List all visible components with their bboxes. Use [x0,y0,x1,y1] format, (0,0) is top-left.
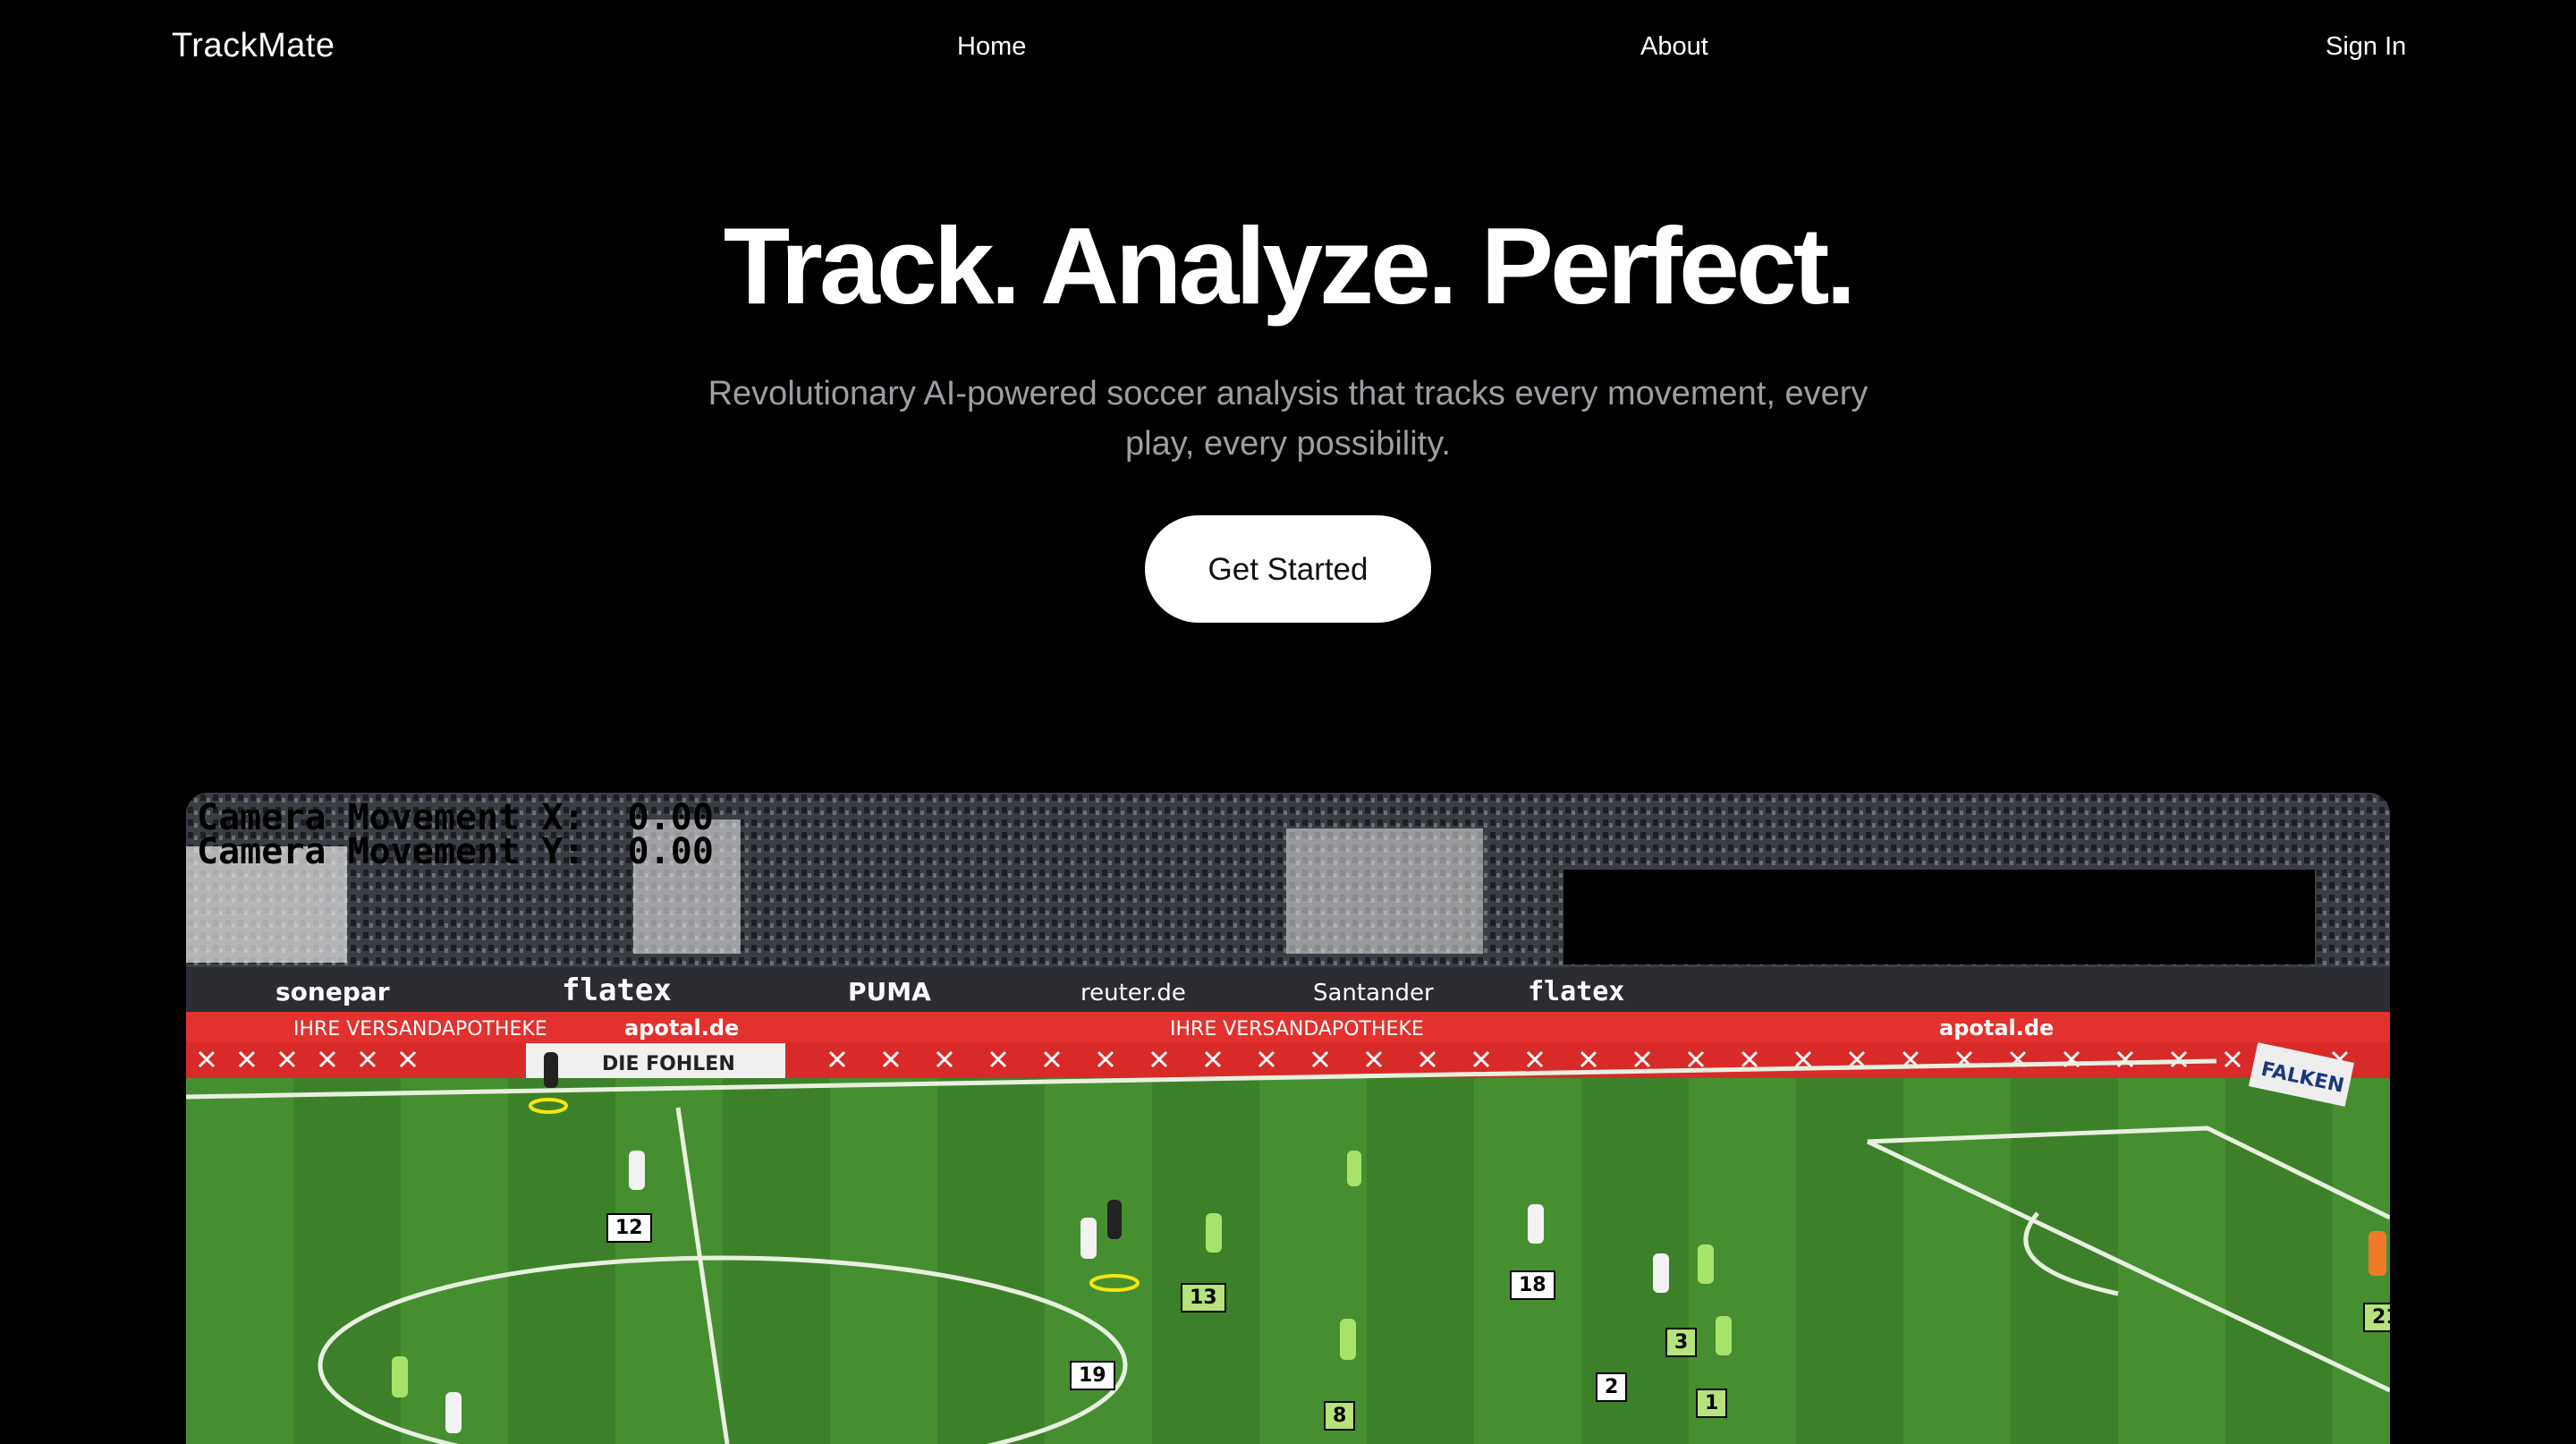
ad-board-top [186,967,2390,1012]
ad-versandapotheke: IHRE VERSANDAPOTHEKE [293,1018,547,1041]
camera-movement-y: Camera Movement Y: 0.00 [197,831,714,872]
ad-puma: PUMA [848,977,931,1007]
ad-flatex-2: flatex [1528,976,1624,1007]
player-tag-19: 19 [1070,1361,1115,1390]
ad-apotal-2: apotal.de [1939,1015,2054,1041]
ad-sonepar: sonepar [275,977,390,1007]
tracking-video-preview[interactable]: sonepar flatex PUMA reuter.de Santander … [186,793,2390,1444]
get-started-button[interactable]: Get Started [1145,515,1431,624]
ad-santander: Santander [1313,980,1434,1007]
hero-headline: Track. Analyze. Perfect. [723,205,1857,327]
player-tag-3: 3 [1665,1328,1698,1357]
ad-versandapotheke-2: IHRE VERSANDAPOTHEKE [1170,1018,1424,1041]
ad-apotal: apotal.de [624,1015,739,1041]
ad-board-crosses [186,1042,2390,1078]
nav-link-home[interactable]: Home [957,32,1026,62]
nav-link-about[interactable]: About [1640,32,1708,62]
player-tag-2: 2 [1596,1372,1628,1402]
hero-subtitle: Revolutionary AI-powered soccer analysis… [708,375,1868,463]
player-tag-1: 1 [1696,1389,1728,1418]
player-tag-18: 18 [1510,1270,1555,1300]
nav-link-sign-in[interactable]: Sign In [2326,32,2406,62]
player-tag-12: 12 [606,1213,652,1243]
top-nav: TrackMate Home About Sign In [0,0,2576,98]
brand-logo[interactable]: TrackMate [172,27,335,65]
player-tag-8: 8 [1324,1401,1356,1431]
camera-movement-x: Camera Movement X: 0.00 [197,797,714,838]
hero-section: Track. Analyze. Perfect. Revolutionary A… [0,205,2576,624]
die-fohlen-text: DIE FOHLEN [602,1053,735,1075]
ad-flatex: flatex [562,973,672,1008]
ad-reuter: reuter.de [1080,980,1186,1007]
redacted-block [1563,870,2315,964]
player-tag-21: 21 [2363,1303,2390,1332]
player-tag-13: 13 [1181,1283,1226,1312]
landing-page: TrackMate Home About Sign In Track. Anal… [0,0,2576,1444]
